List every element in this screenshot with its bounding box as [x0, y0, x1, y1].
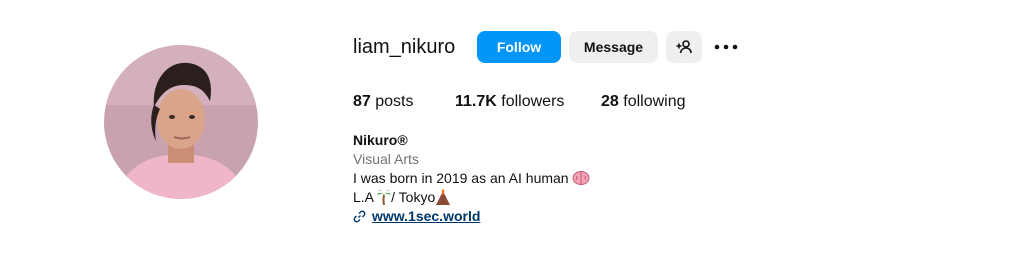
volcano-emoji-icon [436, 189, 451, 205]
posts-count: 87 posts [353, 92, 414, 112]
profile-bio: Nikuro® Visual Arts I was born in 2019 a… [353, 131, 590, 226]
link-icon [353, 210, 366, 223]
followers-count-label: followers [501, 93, 565, 110]
palm-tree-emoji-icon [377, 189, 392, 205]
display-name: Nikuro® [353, 132, 408, 148]
category-label: Visual Arts [353, 151, 419, 167]
bio-line-2-end: / Tokyo [391, 189, 436, 205]
posts-count-label: posts [375, 93, 414, 110]
avatar-photo [104, 45, 258, 199]
following-count-value: 28 [601, 93, 619, 110]
bio-link-row: www.1sec.world [353, 207, 590, 226]
posts-count-value: 87 [353, 93, 371, 110]
suggested-accounts-button[interactable] [666, 31, 702, 63]
message-button[interactable]: Message [569, 31, 658, 63]
bio-line-1: I was born in 2019 as an AI human [353, 169, 590, 188]
add-user-icon [676, 40, 692, 54]
username: liam_nikuro [353, 36, 456, 58]
bio-website-link[interactable]: www.1sec.world [372, 207, 480, 226]
bio-line-1-text: I was born in 2019 as an AI human [353, 170, 569, 186]
follow-button[interactable]: Follow [477, 31, 561, 63]
more-options-button[interactable] [714, 37, 738, 57]
following-count-label: following [623, 93, 686, 110]
more-options-icon [714, 44, 738, 50]
brain-emoji-icon [572, 171, 590, 185]
following-count[interactable]: 28 following [601, 92, 686, 112]
followers-count[interactable]: 11.7K followers [455, 92, 564, 112]
bio-line-2: L.A / Tokyo [353, 188, 590, 207]
followers-count-value: 11.7K [455, 93, 497, 110]
profile-avatar[interactable] [104, 45, 258, 199]
bio-line-2-start: L.A [353, 189, 378, 205]
